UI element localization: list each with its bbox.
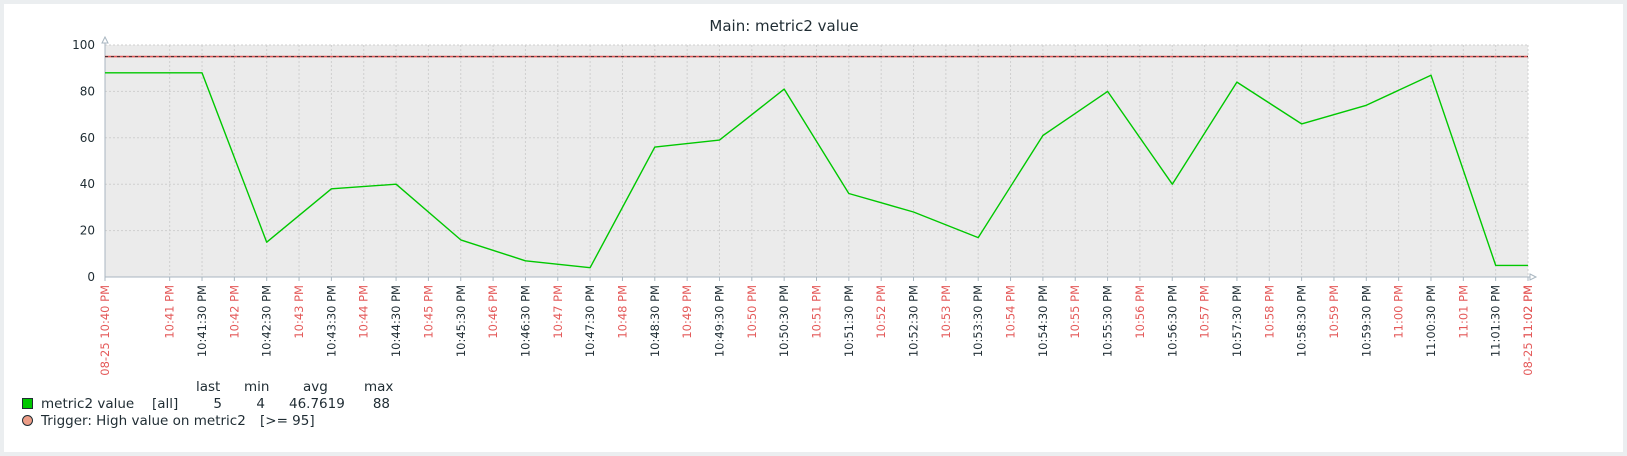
y-axis-ticks: 0 20 40 60 80 100 xyxy=(72,38,95,284)
legend-max: 88 xyxy=(372,396,390,412)
x-tick-label: 11:00 PM xyxy=(1392,285,1406,339)
x-tick-label: 10:51 PM xyxy=(810,285,824,339)
x-tick-label: 10:54:30 PM xyxy=(1036,285,1050,357)
x-tick-label: 10:56:30 PM xyxy=(1165,285,1179,357)
x-tick-label: 10:58 PM xyxy=(1262,285,1276,339)
x-tick-label: 10:48 PM xyxy=(615,285,629,339)
x-tick-label: 08-25 10:40 PM xyxy=(98,285,112,376)
legend-min: 4 xyxy=(256,396,265,412)
x-tick-label: 10:59 PM xyxy=(1327,285,1341,339)
x-tick-label: 10:46 PM xyxy=(486,285,500,339)
y-tick-label: 80 xyxy=(80,84,95,98)
legend-avg: 46.7619 xyxy=(289,396,345,412)
legend-header-min: min xyxy=(244,379,270,395)
y-tick-label: 60 xyxy=(80,131,95,145)
x-tick-label: 10:45:30 PM xyxy=(454,285,468,357)
x-tick-label: 10:46:30 PM xyxy=(518,285,532,357)
x-tick-label: 10:41 PM xyxy=(163,285,177,339)
legend-last: 5 xyxy=(213,396,222,412)
x-tick-label: 10:48:30 PM xyxy=(648,285,662,357)
x-tick-label: 10:54 PM xyxy=(1004,285,1018,339)
x-tick-label: 10:57:30 PM xyxy=(1230,285,1244,357)
x-tick-label: 10:50:30 PM xyxy=(777,285,791,357)
y-tick-label: 0 xyxy=(87,270,95,284)
x-tick-label: 11:01:30 PM xyxy=(1489,285,1503,357)
x-tick-label: 10:57 PM xyxy=(1198,285,1212,339)
y-tick-label: 20 xyxy=(80,224,95,238)
y-tick-label: 40 xyxy=(80,177,95,191)
x-tick-label: 08-25 11:02 PM xyxy=(1521,285,1535,376)
legend-trigger-condition: [>= 95] xyxy=(260,413,315,429)
x-tick-label: 10:41:30 PM xyxy=(195,285,209,357)
x-tick-label: 10:43 PM xyxy=(292,285,306,339)
x-tick-label: 10:42:30 PM xyxy=(260,285,274,357)
x-tick-label: 11:01 PM xyxy=(1456,285,1470,339)
y-axis-arrow xyxy=(101,35,109,44)
x-tick-label: 10:47:30 PM xyxy=(583,285,597,357)
x-tick-label: 10:50 PM xyxy=(745,285,759,339)
legend-header-last: last xyxy=(196,379,221,395)
x-tick-label: 10:53 PM xyxy=(939,285,953,339)
x-tick-label: 10:45 PM xyxy=(421,285,435,339)
legend-label: metric2 value xyxy=(41,396,135,412)
x-axis-ticks: 08-25 10:40 PM 10:41 PM 10:41:30 PM 10:42 P… xyxy=(98,277,1535,376)
x-tick-label: 11:00:30 PM xyxy=(1424,285,1438,357)
x-tick-label: 10:58:30 PM xyxy=(1295,285,1309,357)
x-tick-label: 10:55:30 PM xyxy=(1101,285,1115,357)
series-color-swatch xyxy=(22,398,33,409)
x-tick-label: 10:49 PM xyxy=(680,285,694,339)
x-tick-label: 10:49:30 PM xyxy=(712,285,726,357)
x-tick-label: 10:56 PM xyxy=(1133,285,1147,339)
x-tick-label: 10:59:30 PM xyxy=(1359,285,1373,357)
x-tick-label: 10:55 PM xyxy=(1068,285,1082,339)
legend-header-max: max xyxy=(364,379,394,395)
x-tick-label: 10:44 PM xyxy=(357,285,371,339)
x-tick-label: 10:53:30 PM xyxy=(971,285,985,357)
x-tick-label: 10:44:30 PM xyxy=(389,285,403,357)
x-tick-label: 10:52:30 PM xyxy=(907,285,921,357)
x-axis-arrow xyxy=(1529,273,1538,281)
graph-panel: Main: metric2 value 0 20 40 60 80 100 08-25 1… xyxy=(4,4,1623,452)
x-tick-label: 10:42 PM xyxy=(227,285,241,339)
y-tick-label: 100 xyxy=(72,38,95,52)
x-tick-label: 10:43:30 PM xyxy=(324,285,338,357)
legend-header-avg: avg xyxy=(303,379,328,395)
trigger-color-swatch xyxy=(22,415,33,426)
legend-trigger-label: Trigger: High value on metric2 xyxy=(41,413,246,429)
x-tick-label: 10:52 PM xyxy=(874,285,888,339)
chart-title: Main: metric2 value xyxy=(709,17,858,35)
x-tick-label: 10:47 PM xyxy=(551,285,565,339)
legend-function: [all] xyxy=(152,396,179,412)
x-tick-label: 10:51:30 PM xyxy=(842,285,856,357)
